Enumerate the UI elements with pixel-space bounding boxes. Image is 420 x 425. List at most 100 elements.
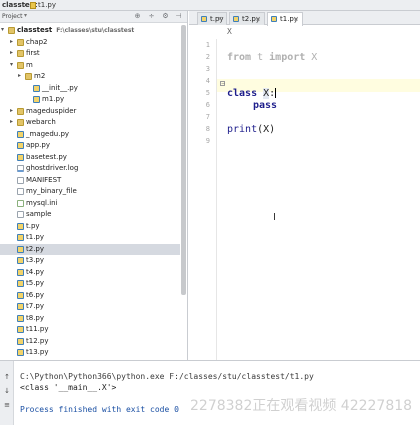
- close-icon[interactable]: ×: [217, 15, 223, 23]
- run-panel: ↑ ↓ ≡ C:\Python\Python366\python.exe F:/…: [0, 360, 420, 425]
- tree-item-manifest[interactable]: MANIFEST: [0, 175, 180, 186]
- tree-item-label: first: [26, 49, 40, 57]
- chevron-down-icon[interactable]: ▾: [1, 26, 7, 33]
- tree-item-t-py[interactable]: t.py: [0, 221, 180, 232]
- tree-item-label: t1.py: [26, 233, 45, 241]
- tree-item-sample[interactable]: sample: [0, 209, 180, 220]
- tree-item-webarch[interactable]: ▸ webarch: [0, 117, 180, 128]
- chevron-down-icon[interactable]: ▾: [24, 12, 27, 19]
- chevron-right-icon[interactable]: ▸: [10, 107, 16, 114]
- tree-item-label: _magedu.py: [26, 129, 70, 138]
- run-toolbar: ↑ ↓ ≡: [0, 361, 14, 425]
- tree-scrollbar[interactable]: [181, 25, 186, 295]
- tree-root-label: classtest F:\classes\stu\classtest: [17, 26, 135, 34]
- collapse-icon[interactable]: ⊣: [175, 13, 182, 20]
- tree-item-t5-py[interactable]: t5.py: [0, 278, 180, 289]
- python-file-icon: [17, 234, 24, 241]
- chevron-down-icon[interactable]: ▾: [10, 61, 16, 68]
- arrow-up-icon[interactable]: ↑: [3, 373, 11, 381]
- breadcrumb-file[interactable]: t1.py: [38, 1, 56, 9]
- tree-item-label: t4.py: [26, 267, 45, 276]
- tree-item-t8-py[interactable]: t8.py: [0, 313, 180, 324]
- tree-item-t6-py[interactable]: t6.py: [0, 290, 180, 301]
- close-icon[interactable]: ×: [293, 15, 299, 23]
- tab-t2-py[interactable]: t2.py ×: [229, 12, 265, 25]
- tab-t-py[interactable]: t.py ×: [197, 12, 227, 25]
- code-line-5: pass: [253, 100, 278, 111]
- tree-item-label: webarch: [26, 118, 56, 126]
- globe-icon[interactable]: ⊕: [134, 13, 141, 20]
- tab-t1-py[interactable]: t1.py ×: [267, 12, 303, 26]
- tree-item-t7-py[interactable]: t7.py: [0, 301, 180, 312]
- arrow-down-icon[interactable]: ↓: [3, 387, 11, 395]
- tree-item-label: m2: [34, 72, 46, 80]
- folder-icon: [17, 119, 24, 126]
- python-file-icon: [17, 130, 24, 138]
- output-line-command: C:\Python\Python366\python.exe F:/classe…: [20, 372, 314, 381]
- folder-icon: [25, 73, 32, 80]
- tree-item-first[interactable]: ▸ first: [0, 48, 180, 59]
- tree-item-magedu-py[interactable]: _magedu.py: [0, 129, 180, 140]
- tree-item-label: sample: [26, 210, 52, 218]
- tree-item-label: __init__.py: [42, 83, 78, 92]
- tree-root[interactable]: ▾ classtest F:\classes\stu\classtest: [0, 25, 180, 36]
- tree-item-t4-py[interactable]: t4.py: [0, 267, 180, 278]
- chevron-right-icon[interactable]: ▸: [18, 72, 24, 79]
- chevron-right-icon[interactable]: ▸: [10, 38, 16, 45]
- folder-icon: [17, 61, 24, 69]
- tree-item-mysql-ini[interactable]: mysql.ini: [0, 198, 180, 209]
- tree-item-t2-py[interactable]: t2.py: [0, 243, 180, 255]
- tree-item-mageduspider[interactable]: ▸ mageduspider: [0, 106, 180, 117]
- tree-item-label: basetest.py: [26, 152, 67, 161]
- output-line-result: <class '__main__.X'>: [20, 383, 117, 392]
- tree-item-label: MANIFEST: [26, 175, 62, 184]
- python-file-icon: [33, 84, 40, 92]
- tree-item-app-py[interactable]: app.py: [0, 140, 180, 151]
- project-view-selector[interactable]: Project: [2, 13, 23, 20]
- tree-item-t11-py[interactable]: t11.py: [0, 324, 180, 335]
- tree-item-m[interactable]: ▾ m: [0, 60, 180, 71]
- text-file-icon: [17, 211, 24, 218]
- tree-item-label: t3.py: [26, 256, 45, 264]
- code-breadcrumb[interactable]: X: [227, 27, 232, 36]
- code-line-4: class X:: [227, 88, 277, 99]
- python-file-icon: [17, 268, 24, 276]
- tree-item-label: t2.py: [26, 244, 45, 253]
- code-line-2: from t import X: [227, 52, 318, 63]
- code-area[interactable]: from t import X class X: pass print(X): [227, 39, 417, 360]
- tree-item-ghostdriver-log[interactable]: ghostdriver.log: [0, 163, 180, 174]
- python-file-icon: [17, 314, 24, 322]
- text-cursor-icon: I: [273, 212, 276, 223]
- tree-item-t3-py[interactable]: t3.py: [0, 255, 180, 266]
- tree-item-t12-py[interactable]: t12.py: [0, 336, 180, 347]
- tree-item-chap2[interactable]: ▸ chap2: [0, 37, 180, 48]
- soft-wrap-icon[interactable]: ≡: [3, 401, 11, 409]
- tree-item-label: t6.py: [26, 290, 45, 299]
- tree-item-my-binary-file[interactable]: my_binary_file: [0, 186, 180, 197]
- line-number: 9: [205, 137, 210, 145]
- tree-item-basetest-py[interactable]: basetest.py: [0, 152, 180, 163]
- tree-item-m2[interactable]: ▸ m2: [0, 71, 180, 82]
- chevron-right-icon[interactable]: ▸: [10, 49, 16, 56]
- config-file-icon: [17, 199, 24, 207]
- project-panel-header: Project ▾ ⊕ ÷ ⚙ ⊣: [0, 11, 187, 23]
- python-file-icon: [17, 326, 24, 333]
- tree-item-init-py[interactable]: __init__.py: [0, 83, 180, 94]
- tree-item-m1-py[interactable]: m1.py: [0, 94, 180, 105]
- folder-icon: [17, 38, 24, 46]
- chevron-right-icon[interactable]: ▸: [10, 118, 16, 125]
- line-number: 6: [205, 101, 210, 109]
- tree-item-label: m: [26, 60, 33, 69]
- python-file-icon: [17, 222, 24, 230]
- line-number: 2: [205, 53, 210, 61]
- gear-icon[interactable]: ⚙: [162, 13, 169, 20]
- line-number: 4: [205, 77, 210, 85]
- close-icon[interactable]: ×: [255, 15, 261, 23]
- tree-item-t1-py[interactable]: t1.py: [0, 232, 180, 243]
- breadcrumb-separator: ›: [24, 1, 27, 9]
- tree-item-t13-py[interactable]: t13.py: [0, 347, 180, 358]
- python-file-icon: [17, 142, 24, 149]
- fold-icon[interactable]: −: [220, 81, 225, 87]
- divide-icon[interactable]: ÷: [148, 13, 155, 20]
- folder-icon: [8, 27, 15, 34]
